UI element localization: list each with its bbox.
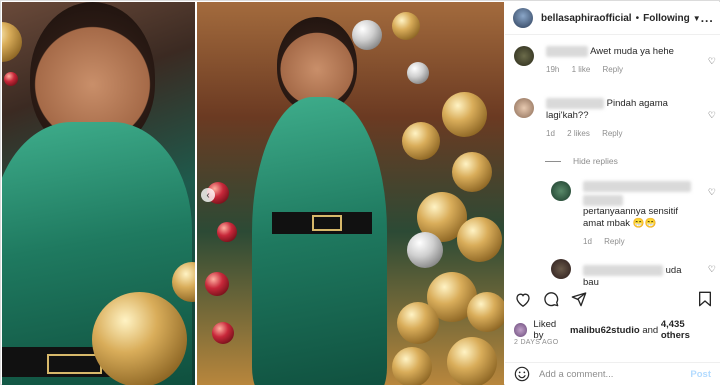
chevron-down-icon[interactable]: ▼	[693, 14, 701, 23]
comments-list[interactable]: Awet muda ya hehe 19h 1 like Reply ♡ Pin…	[505, 36, 720, 286]
like-heart-icon[interactable]	[514, 290, 532, 308]
post-actions	[514, 288, 714, 310]
likes-and: and	[642, 324, 659, 336]
comment-text-cont: lagi'kah??	[546, 110, 589, 122]
hide-replies-line	[545, 160, 561, 162]
post-media[interactable]: ‹	[2, 2, 504, 385]
replier-avatar[interactable]	[551, 259, 571, 279]
commenter-username-redacted[interactable]	[546, 98, 604, 109]
like-comment-heart-icon[interactable]: ♡	[708, 187, 716, 198]
commenter-avatar[interactable]	[514, 98, 534, 118]
share-send-icon[interactable]	[570, 290, 588, 308]
reply-button[interactable]: Reply	[604, 237, 624, 246]
comment-text: Awet muda ya hehe	[590, 46, 674, 58]
instagram-post-frame: ‹ bellasaphiraofficial • Following ▼ ...…	[0, 0, 720, 385]
carousel-prev-icon[interactable]: ‹	[201, 188, 215, 202]
reply-time[interactable]: 1d	[583, 237, 592, 246]
like-comment-heart-icon[interactable]: ♡	[708, 56, 716, 67]
post-date[interactable]: 2 DAYS AGO	[514, 339, 559, 346]
comment-text: Pindah agama	[606, 98, 668, 110]
like-comment-heart-icon[interactable]: ♡	[708, 264, 716, 275]
like-comment-heart-icon[interactable]: ♡	[708, 110, 716, 121]
following-button[interactable]: Following	[643, 13, 690, 24]
liker-avatar[interactable]	[514, 323, 528, 337]
more-options-icon[interactable]: ...	[701, 11, 714, 25]
reply-text-cont: amat mbak	[583, 218, 630, 230]
header-separator: •	[635, 12, 640, 24]
comment-composer: Post	[505, 362, 720, 385]
replier-avatar[interactable]	[551, 181, 571, 201]
photo-right	[197, 2, 504, 385]
bookmark-icon[interactable]	[696, 290, 714, 308]
replier-username-redacted[interactable]	[583, 181, 691, 192]
post-comment-button[interactable]: Post	[690, 369, 711, 380]
reply-text: pertanyaannya sensitif	[583, 206, 679, 218]
replier-username-redacted[interactable]	[583, 265, 663, 276]
hide-replies-label[interactable]: Hide replies	[573, 156, 618, 166]
commenter-avatar[interactable]	[514, 46, 534, 66]
photo-left	[2, 2, 195, 385]
comment-likes[interactable]: 2 likes	[567, 129, 590, 138]
author-avatar[interactable]	[513, 8, 533, 28]
post-header: bellasaphiraofficial • Following ▼ ...	[505, 2, 720, 35]
liker-username[interactable]: malibu62studio	[570, 325, 640, 336]
comment-time[interactable]: 19h	[546, 65, 559, 74]
reply-mention-redacted[interactable]	[583, 195, 623, 207]
emoji-smiley-icon[interactable]	[514, 366, 530, 382]
author-username[interactable]: bellasaphiraofficial	[541, 13, 632, 24]
reply-emoji: 😁😁	[632, 218, 657, 230]
comment-time[interactable]: 1d	[546, 129, 555, 138]
hide-replies-toggle[interactable]: Hide replies	[545, 156, 618, 166]
comment-likes[interactable]: 1 like	[572, 65, 591, 74]
comment-bubble-icon[interactable]	[542, 290, 560, 308]
likes-count[interactable]: 4,435 others	[661, 319, 714, 341]
post-sidebar: bellasaphiraofficial • Following ▼ ... A…	[505, 2, 720, 385]
commenter-username-redacted[interactable]	[546, 46, 588, 57]
reply-button[interactable]: Reply	[602, 129, 622, 138]
reply-button[interactable]: Reply	[603, 65, 623, 74]
add-comment-input[interactable]	[539, 368, 691, 380]
likes-summary: Liked by malibu62studio and 4,435 others	[514, 319, 714, 341]
likes-prefix: Liked by	[533, 319, 557, 341]
